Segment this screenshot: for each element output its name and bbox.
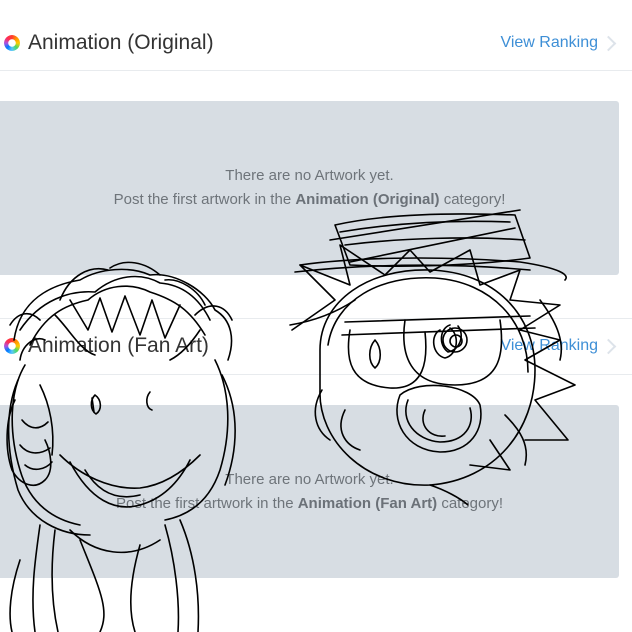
empty-state-text: There are no Artwork yet. [225,470,394,488]
view-ranking-link[interactable]: View Ranking [500,16,598,70]
section-title-text: Animation (Original) [28,31,214,54]
empty-suffix: category! [443,191,506,208]
color-ring-icon [4,338,20,354]
empty-category: Animation (Fan Art) [297,494,438,512]
empty-state-text: There are no Artwork yet. [225,167,394,184]
color-ring-icon [4,35,20,51]
section-header-animation-original: Animation (Original) View Ranking [0,16,632,70]
section-header-animation-fan-art: Animation (Fan Art) View Ranking [0,319,632,373]
empty-prefix: Post the first artwork in the [113,191,292,208]
section-title-text: Animation (Fan Art) [28,334,209,357]
empty-state-cta: Post the first artwork in the Animation … [0,492,619,516]
empty-state-cta: Post the first artwork in the Animation … [0,188,619,212]
section-title: Animation (Original) [4,16,214,70]
empty-state-box: There are no Artwork yet. Post the first… [0,405,619,578]
empty-state-box: There are no Artwork yet. Post the first… [0,101,619,275]
divider [0,374,632,375]
chevron-right-icon[interactable] [600,319,617,373]
section-title: Animation (Fan Art) [4,319,209,373]
view-ranking-link[interactable]: View Ranking [500,319,598,373]
chevron-right-icon[interactable] [600,16,617,70]
empty-suffix: category! [441,494,504,512]
empty-prefix: Post the first artwork in the [115,494,294,512]
empty-category: Animation (Original) [295,191,440,208]
divider [0,70,632,71]
